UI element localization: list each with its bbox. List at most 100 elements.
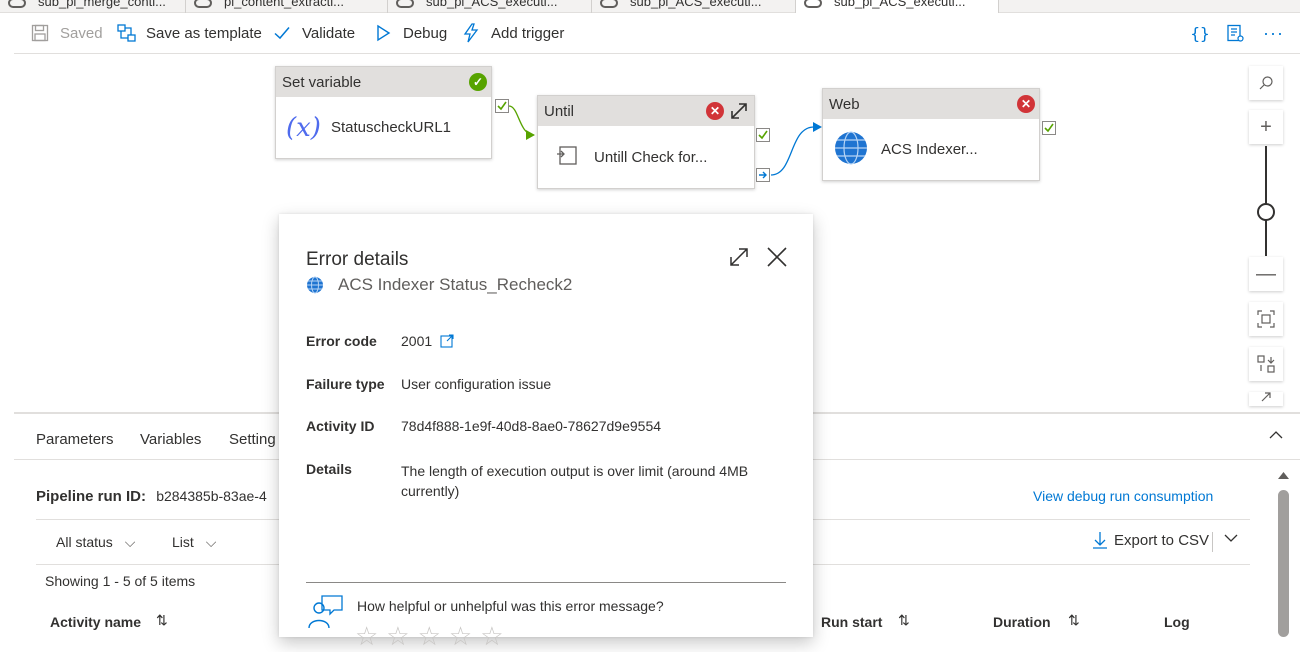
play-icon (373, 23, 393, 43)
template-icon (116, 23, 136, 43)
column-duration[interactable]: Duration (993, 614, 1051, 630)
tab-parameters[interactable]: Parameters (36, 431, 114, 448)
activity-type-label: Until (544, 102, 575, 120)
error-icon[interactable]: ✕ (1017, 95, 1035, 113)
activity-name: Untill Check for... (594, 148, 708, 166)
failure-type-value: User configuration issue (401, 376, 552, 392)
saved-button[interactable]: Saved (30, 14, 103, 52)
auto-align-icon[interactable] (1249, 347, 1283, 381)
code-view-button[interactable]: {} (1190, 14, 1220, 52)
chevron-down-icon[interactable] (1224, 531, 1238, 550)
chevron-down-icon: ⌵ (124, 534, 136, 550)
feedback-question: How helpful or unhelpful was this error … (357, 598, 664, 614)
panel-title: Error details (306, 249, 409, 270)
error-code-link[interactable]: 2001 (401, 333, 454, 349)
external-link-icon (440, 334, 454, 348)
document-tab[interactable]: pl_content_extracti... (186, 0, 388, 13)
view-debug-run-link[interactable]: View debug run consumption (1033, 488, 1213, 504)
fit-to-screen-icon[interactable] (1249, 302, 1283, 336)
add-trigger-button[interactable]: Add trigger (461, 14, 564, 52)
divider (306, 582, 786, 583)
document-tab[interactable]: sub_pl_merge_conti... (0, 0, 186, 13)
close-icon[interactable] (766, 246, 788, 273)
more-options-icon[interactable]: ··· (1263, 14, 1284, 52)
pipeline-icon (396, 0, 414, 8)
expand-icon[interactable] (728, 246, 750, 273)
globe-icon (307, 276, 323, 294)
zoom-slider-track[interactable] (1265, 146, 1267, 256)
activity-type-label: Set variable (282, 73, 362, 91)
pipeline-icon (600, 0, 618, 8)
properties-button[interactable] (1225, 14, 1255, 52)
web-activity[interactable]: Web ✕ ACS Indexer... (822, 88, 1040, 181)
failure-type-label: Failure type (306, 376, 385, 392)
save-icon (30, 23, 50, 43)
save-as-template-button[interactable]: Save as template (116, 14, 262, 52)
completion-port-icon[interactable] (756, 168, 770, 182)
column-run-start[interactable]: Run start (821, 614, 882, 630)
activity-name: ACS Indexer... (881, 141, 978, 158)
set-variable-activity[interactable]: Set variable ✓ (x) StatuscheckURL1 (275, 66, 492, 159)
success-port-icon[interactable] (495, 99, 509, 113)
pipeline-icon (8, 0, 26, 8)
details-label: Details (306, 461, 352, 477)
activity-type-label: Web (829, 95, 860, 113)
details-value[interactable]: The length of execution output is over l… (401, 461, 781, 501)
chevron-down-icon: ⌵ (205, 534, 217, 550)
tab-settings[interactable]: Setting (229, 431, 276, 448)
download-icon (1093, 532, 1107, 549)
until-activity[interactable]: Until ✕ Untill Check for... (537, 95, 755, 189)
tab-variables[interactable]: Variables (140, 431, 201, 448)
pipeline-icon (804, 0, 822, 8)
search-icon[interactable] (1249, 66, 1283, 100)
validate-button[interactable]: Validate (272, 14, 355, 52)
zoom-controls: + — (1249, 66, 1283, 406)
column-activity-name[interactable]: Activity name (50, 614, 141, 630)
success-port-icon[interactable] (1042, 121, 1056, 135)
feedback-icon (306, 594, 344, 635)
pipeline-toolbar: Saved Save as template Validate Debug Ad… (14, 14, 1300, 54)
expand-icon[interactable] (729, 101, 749, 125)
document-tab-active[interactable]: sub_pl_ACS_executi... (796, 0, 999, 13)
globe-icon (833, 130, 869, 170)
scroll-up-icon[interactable] (1277, 469, 1290, 481)
document-tab[interactable]: sub_pl_ACS_executi... (592, 0, 796, 13)
zoom-out-button[interactable]: — (1249, 257, 1283, 291)
scrollbar[interactable] (1277, 468, 1290, 637)
pipeline-run-id: Pipeline run ID: b284385b-83ae-4 (36, 488, 267, 505)
activity-name: StatuscheckURL1 (330, 119, 452, 136)
failed-activity-name: ACS Indexer Status_Recheck2 (306, 275, 572, 295)
export-to-csv-button[interactable]: Export to CSV (1092, 531, 1209, 549)
sort-icon[interactable]: ⇅ (1068, 612, 1080, 629)
divider (1212, 532, 1213, 552)
pipeline-run-label: Pipeline run ID: (36, 488, 147, 505)
error-code-label: Error code (306, 333, 377, 349)
debug-button[interactable]: Debug (373, 14, 447, 52)
chevron-up-icon[interactable] (1269, 428, 1283, 447)
error-details-panel: Error details ACS Indexer Status_Recheck… (279, 214, 813, 651)
activity-id-label: Activity ID (306, 418, 375, 434)
success-icon: ✓ (469, 73, 487, 91)
collapse-icon[interactable] (1249, 392, 1283, 406)
success-port-icon[interactable] (756, 128, 770, 142)
zoom-in-button[interactable]: + (1249, 110, 1283, 144)
activity-id-value[interactable]: 78d4f888-1e9f-40d8-8ae0-78627d9e9554 (401, 418, 661, 434)
properties-icon (1225, 23, 1245, 43)
document-tab[interactable]: sub_pl_ACS_executi... (388, 0, 592, 13)
view-mode-dropdown[interactable]: List ⌵ (172, 534, 216, 551)
sort-icon[interactable]: ⇅ (156, 612, 168, 629)
error-icon[interactable]: ✕ (706, 102, 724, 120)
loop-icon (556, 144, 578, 170)
pipeline-run-value: b284385b-83ae-4 (156, 488, 267, 504)
document-tab-strip: sub_pl_merge_conti... pl_content_extract… (0, 0, 1300, 13)
scrollbar-thumb[interactable] (1278, 490, 1289, 637)
pipeline-icon (194, 0, 212, 8)
code-braces-icon: {} (1190, 23, 1210, 43)
lightning-icon (461, 23, 481, 43)
column-log[interactable]: Log (1164, 614, 1190, 630)
zoom-slider-thumb[interactable] (1257, 203, 1275, 221)
sort-icon[interactable]: ⇅ (898, 612, 910, 629)
checkmark-icon (272, 23, 292, 43)
status-filter-dropdown[interactable]: All status ⌵ (56, 534, 135, 551)
variable-icon: (x) (286, 112, 321, 143)
